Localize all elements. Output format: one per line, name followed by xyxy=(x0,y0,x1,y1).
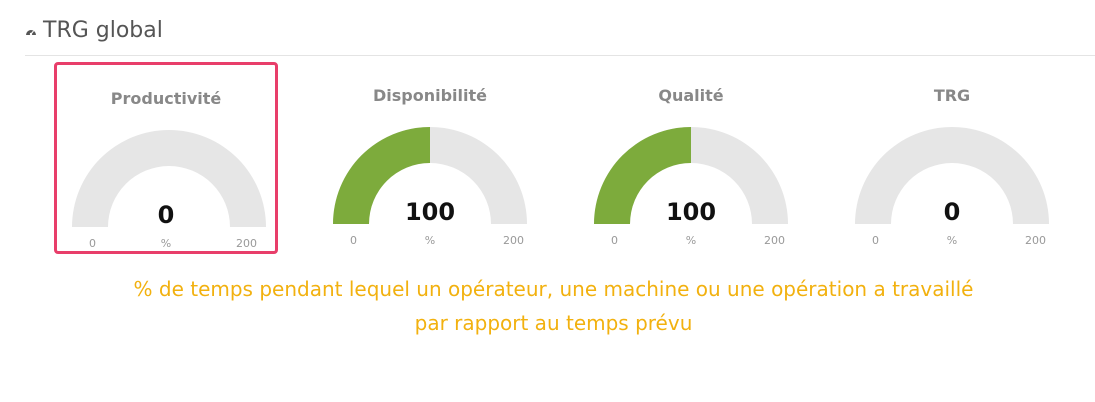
gauge-title: Qualité xyxy=(658,86,724,105)
gauge-value: 100 xyxy=(665,198,717,226)
description-line-1: % de temps pendant lequel un opérateur, … xyxy=(133,277,974,301)
gauge-value: 0 xyxy=(943,198,961,226)
gauge-max-label: 200 xyxy=(1025,234,1046,247)
metric-description: % de temps pendant lequel un opérateur, … xyxy=(0,272,1095,340)
gauge-card-disponibilite[interactable]: Disponibilité 100 0 % 200 xyxy=(318,62,542,254)
gauge-card-productivite[interactable]: Productivité 0 0 % 200 xyxy=(54,62,278,254)
gauge-title: TRG xyxy=(933,86,971,105)
gauge-value: 0 xyxy=(157,201,175,229)
gauge-title: Disponibilité xyxy=(372,86,487,105)
gauge-card-trg[interactable]: TRG 0 0 % 200 xyxy=(840,62,1064,254)
gauge-max-label: 200 xyxy=(236,237,257,250)
gauge-card-qualite[interactable]: Qualité 100 0 % 200 xyxy=(579,62,803,254)
gauge-max-label: 200 xyxy=(764,234,785,247)
gauge-value: 100 xyxy=(404,198,456,226)
gauges-row: Productivité 0 0 % 200 Disponibilité 100… xyxy=(0,0,1095,260)
gauge-title: Productivité xyxy=(110,89,222,108)
gauge-max-label: 200 xyxy=(503,234,524,247)
description-line-2: par rapport au temps prévu xyxy=(414,311,693,335)
